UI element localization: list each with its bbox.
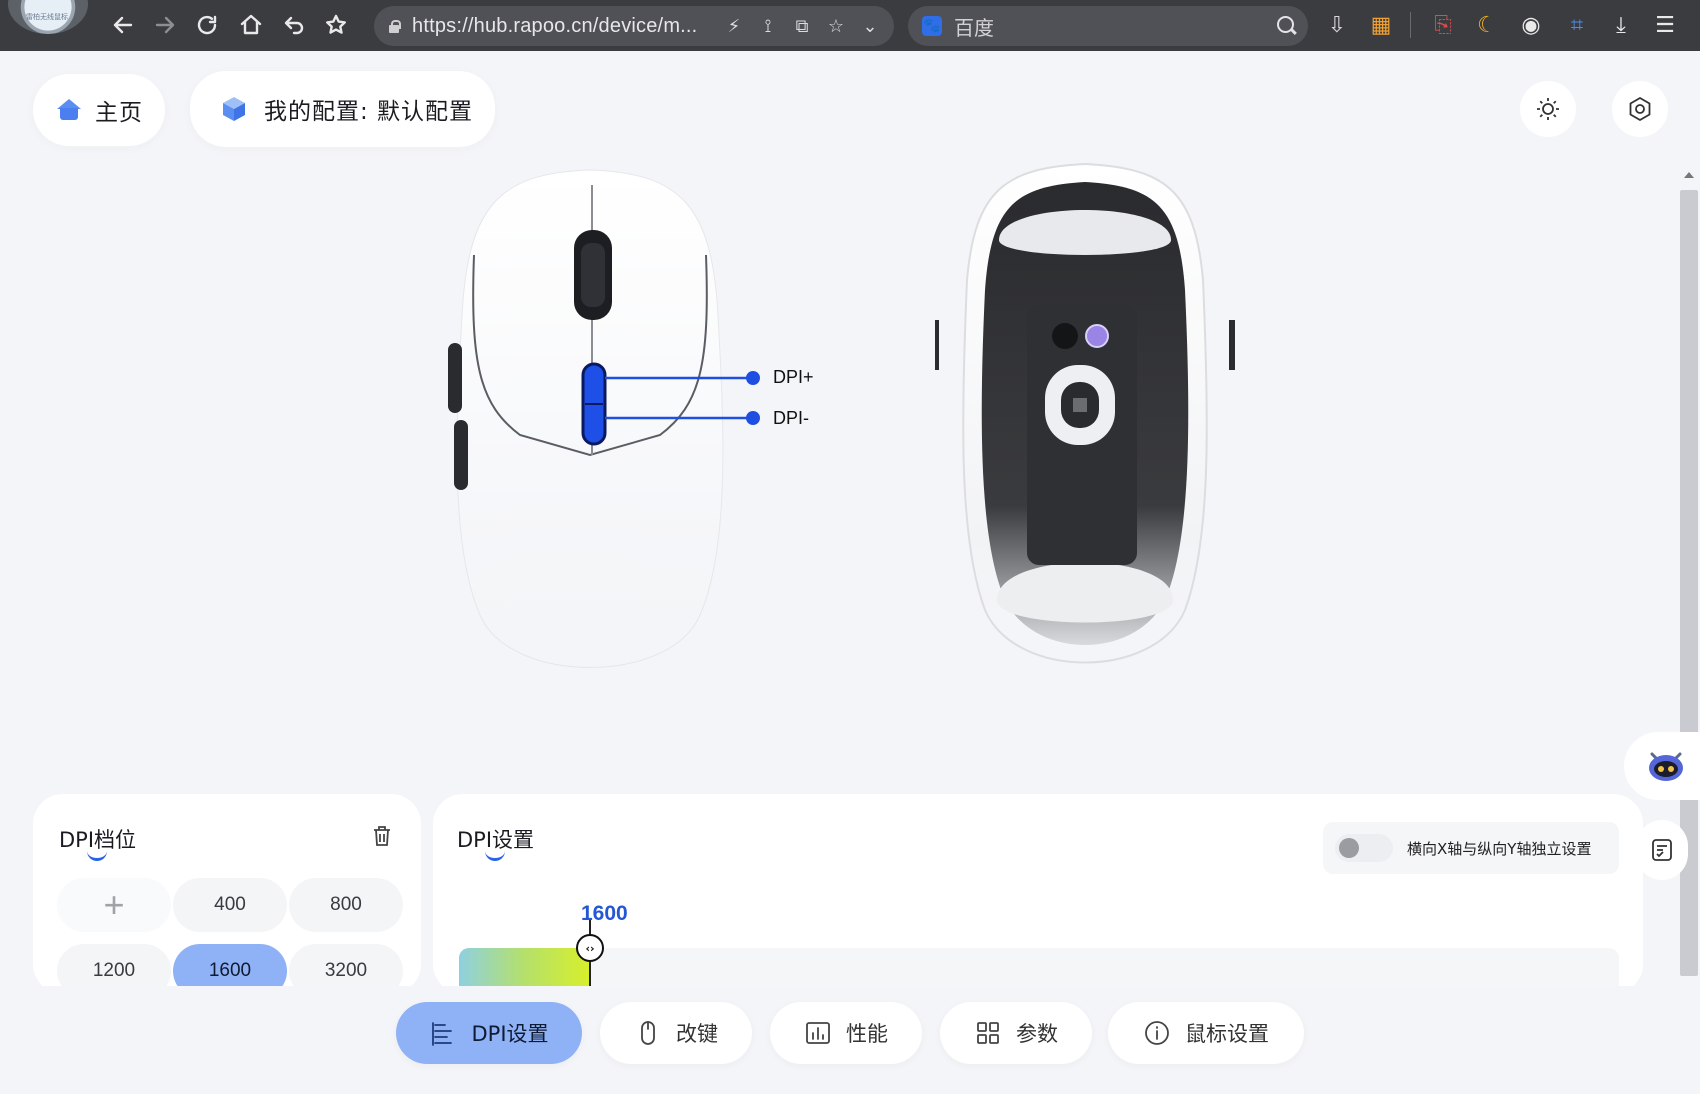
tab-remap-keys[interactable]: 改键 <box>600 1002 752 1064</box>
forward-icon[interactable] <box>148 8 182 42</box>
dpi-up-dot[interactable] <box>746 371 760 385</box>
xy-independent-toggle[interactable] <box>1335 834 1393 862</box>
download-manager-icon[interactable]: ⇩ <box>1322 10 1352 40</box>
notes-icon <box>1652 839 1672 861</box>
add-dpi-level-button[interactable]: + <box>57 878 171 932</box>
chart-icon <box>806 1022 830 1044</box>
mouse-icon <box>641 1021 655 1045</box>
search-input[interactable]: 🐾 百度 <box>908 6 1308 46</box>
dpi-level-chip[interactable]: 800 <box>289 878 403 932</box>
settings-button[interactable] <box>1612 81 1668 137</box>
assistant-bot-icon[interactable]: ◉ <box>1516 10 1546 40</box>
info-icon <box>1145 1021 1169 1045</box>
search-engine-label: 百度 <box>954 15 994 40</box>
tab-label: 改键 <box>676 1022 718 1046</box>
back-icon[interactable] <box>106 8 140 42</box>
sun-icon <box>1537 98 1559 120</box>
dpi-down-dot[interactable] <box>746 411 760 425</box>
reload-icon[interactable] <box>190 8 224 42</box>
xy-independent-setting: 横向X轴与纵向Y轴独立设置 <box>1323 822 1619 874</box>
config-label: 我的配置: 默认配置 <box>264 99 474 125</box>
lock-icon <box>388 20 401 33</box>
brightness-button[interactable] <box>1520 81 1576 137</box>
dpi-level-chip[interactable]: 400 <box>173 878 287 932</box>
robot-assistant-icon <box>1649 752 1683 781</box>
dpi-down-label: DPI- <box>773 408 809 428</box>
search-icon[interactable] <box>1276 15 1298 37</box>
menu-icon[interactable]: ☰ <box>1650 10 1680 40</box>
browser-toolbar: 雷柏无线鼠标 https://hub.rapoo.cn/device/m... … <box>0 0 1700 51</box>
page-scrollbar[interactable] <box>1678 166 1700 996</box>
xy-toggle-label: 横向X轴与纵向Y轴独立设置 <box>1407 839 1592 858</box>
apps-grid-icon[interactable]: ▦ <box>1366 10 1396 40</box>
share-icon[interactable]: ⟟ <box>756 14 780 38</box>
tab-parameters[interactable]: 参数 <box>940 1002 1092 1064</box>
dpi-slider-value: 1600 <box>581 902 628 925</box>
tab-label: 参数 <box>1016 1022 1058 1046</box>
url-text: https://hub.rapoo.cn/device/m... <box>412 14 698 37</box>
home-button[interactable]: 主页 <box>33 74 165 146</box>
undo-close-tab-icon[interactable] <box>277 8 311 42</box>
download-icon[interactable]: ⤓ <box>1606 10 1636 40</box>
crop-screenshot-icon[interactable]: ⌗ <box>1562 10 1592 40</box>
dpi-button-callouts <box>581 362 760 446</box>
scroll-up-arrow[interactable] <box>1684 172 1694 178</box>
chevron-down-icon[interactable]: ⌄ <box>858 14 882 38</box>
toolbar-divider <box>1410 12 1411 38</box>
dpi-slider-handle[interactable]: ‹› <box>576 934 604 962</box>
profile-avatar[interactable]: 雷柏无线鼠标 <box>8 0 88 34</box>
tab-mouse-settings[interactable]: 鼠标设置 <box>1108 1002 1304 1064</box>
trash-icon[interactable] <box>371 824 393 848</box>
dpi-settings-panel: DPI设置 横向X轴与纵向Y轴独立设置 1600 ‹› <box>433 794 1643 994</box>
pdf-icon[interactable]: ⎘ <box>1428 10 1458 40</box>
tab-dpi-settings[interactable]: DPI设置 <box>396 1002 582 1064</box>
cube-icon <box>223 97 245 121</box>
grid-icon <box>977 1022 999 1044</box>
baidu-icon: 🐾 <box>922 16 942 36</box>
translate-icon[interactable]: ⧉ <box>790 14 814 38</box>
lightning-icon[interactable]: ⚡ <box>722 14 746 38</box>
tab-label: DPI设置 <box>471 1022 549 1046</box>
home-icon <box>57 99 81 121</box>
dpi-levels-title: DPI档位 <box>59 824 136 861</box>
favorite-star-icon[interactable]: ☆ <box>824 14 848 38</box>
dpi-settings-title: DPI设置 <box>457 824 534 861</box>
dpi-levels-panel: DPI档位 + 400 800 1200 1600 3200 <box>33 794 421 994</box>
dpi-up-label: DPI+ <box>773 367 814 387</box>
night-mode-icon[interactable]: ☾ <box>1472 10 1502 40</box>
mouse-bottom-view <box>935 162 1235 664</box>
tab-label: 鼠标设置 <box>1185 1022 1269 1046</box>
hexagon-gear-icon <box>1629 96 1651 122</box>
avatar-text: 雷柏无线鼠标 <box>26 13 68 21</box>
config-selector-button[interactable]: 我的配置: 默认配置 <box>190 71 495 147</box>
bottom-tab-bar: DPI设置 改键 性能 参数 鼠标设置 <box>0 986 1700 1094</box>
home-label: 主页 <box>95 100 143 126</box>
notes-float-button[interactable] <box>1636 820 1688 880</box>
assistant-float-button[interactable] <box>1624 732 1700 800</box>
bookmark-star-icon[interactable] <box>319 8 353 42</box>
address-bar[interactable]: https://hub.rapoo.cn/device/m... ⚡ ⟟ ⧉ ☆… <box>374 6 894 46</box>
home-browser-icon[interactable] <box>234 8 268 42</box>
dpi-settings-icon <box>432 1022 453 1046</box>
tab-performance[interactable]: 性能 <box>770 1002 922 1064</box>
tab-label: 性能 <box>846 1022 888 1046</box>
